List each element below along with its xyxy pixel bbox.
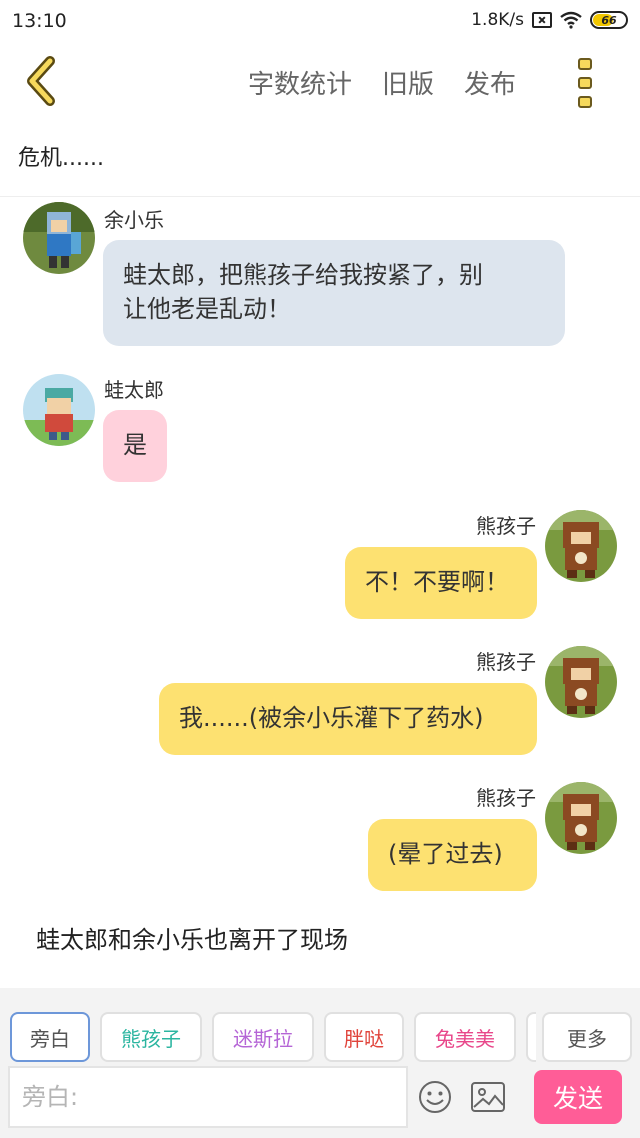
story-title: 危机...... bbox=[18, 146, 104, 171]
message-speaker: 熊孩子 bbox=[476, 514, 536, 538]
message-bubble: (晕了过去) bbox=[368, 819, 537, 891]
battery-level: 66 bbox=[601, 13, 617, 27]
status-icons: 1.8K/s 66 bbox=[471, 10, 628, 30]
avatar-xiong-haizi[interactable] bbox=[545, 782, 617, 854]
narration-text: 蛙太郎和余小乐也离开了现场 bbox=[36, 926, 348, 954]
message-speaker: 熊孩子 bbox=[476, 650, 536, 674]
compose-panel: 旁白 熊孩子 迷斯拉 胖哒 兔美美 更多 发送 bbox=[0, 988, 640, 1138]
input-row: 发送 bbox=[0, 1066, 640, 1128]
avatar-wa-tailang[interactable] bbox=[23, 374, 95, 446]
image-icon[interactable] bbox=[470, 1080, 506, 1114]
avatar-xiong-haizi[interactable] bbox=[545, 646, 617, 718]
role-chip-label: 旁白 bbox=[30, 1026, 70, 1051]
role-chip[interactable]: 旁白 bbox=[10, 1012, 90, 1062]
old-version-button[interactable]: 旧版 bbox=[382, 64, 434, 101]
role-chip[interactable]: 兔美美 bbox=[414, 1012, 516, 1062]
message-speaker: 余小乐 bbox=[104, 208, 164, 232]
role-chip-partial bbox=[526, 1012, 536, 1062]
message-input[interactable] bbox=[8, 1066, 408, 1128]
send-button[interactable]: 发送 bbox=[534, 1070, 622, 1124]
message-bubble: 不！不要啊！ bbox=[345, 547, 537, 619]
message-speaker: 蛙太郎 bbox=[104, 378, 164, 402]
message-text-line: 是 bbox=[123, 431, 147, 459]
role-chip[interactable]: 熊孩子 bbox=[100, 1012, 202, 1062]
message-text-line: (晕了过去) bbox=[388, 840, 503, 868]
top-actions: 字数统计 旧版 发布 bbox=[248, 64, 516, 101]
message-bubble: 蛙太郎，把熊孩子给我按紧了，别 让他老是乱动！ bbox=[103, 240, 565, 346]
emoji-icon[interactable] bbox=[418, 1080, 452, 1114]
role-chip-label: 兔美美 bbox=[435, 1026, 495, 1051]
word-count-button[interactable]: 字数统计 bbox=[248, 64, 352, 101]
divider bbox=[0, 196, 640, 197]
message-text-line: 蛙太郎，把熊孩子给我按紧了，别 bbox=[123, 261, 483, 289]
back-icon[interactable] bbox=[20, 56, 64, 106]
message-text-line: 我......(被余小乐灌下了药水) bbox=[179, 704, 484, 732]
more-roles-label: 更多 bbox=[567, 1026, 607, 1051]
status-bar: 13:10 1.8K/s 66 bbox=[0, 0, 640, 44]
avatar-yu-xiaole[interactable] bbox=[23, 202, 95, 274]
no-sim-icon bbox=[532, 12, 552, 28]
role-chip-label: 迷斯拉 bbox=[233, 1026, 293, 1051]
role-selector: 旁白 熊孩子 迷斯拉 胖哒 兔美美 更多 bbox=[0, 1012, 640, 1062]
role-chip-label: 胖哒 bbox=[344, 1026, 384, 1051]
role-chip[interactable]: 胖哒 bbox=[324, 1012, 404, 1062]
network-speed: 1.8K/s bbox=[471, 10, 524, 30]
message-bubble: 我......(被余小乐灌下了药水) bbox=[159, 683, 537, 755]
publish-button[interactable]: 发布 bbox=[464, 64, 516, 101]
status-time: 13:10 bbox=[12, 10, 67, 32]
role-chip-label: 熊孩子 bbox=[121, 1026, 181, 1051]
avatar-xiong-haizi[interactable] bbox=[545, 510, 617, 582]
more-menu-icon[interactable] bbox=[578, 58, 600, 108]
more-roles-button[interactable]: 更多 bbox=[542, 1012, 632, 1062]
message-bubble: 是 bbox=[103, 410, 167, 482]
top-bar: 字数统计 旧版 发布 bbox=[0, 44, 640, 122]
wifi-icon bbox=[560, 11, 582, 29]
message-speaker: 熊孩子 bbox=[476, 786, 536, 810]
battery-icon: 66 bbox=[590, 11, 628, 29]
message-text-line: 让他老是乱动！ bbox=[123, 295, 291, 323]
role-chip[interactable]: 迷斯拉 bbox=[212, 1012, 314, 1062]
message-text-line: 不！不要啊！ bbox=[365, 568, 509, 596]
